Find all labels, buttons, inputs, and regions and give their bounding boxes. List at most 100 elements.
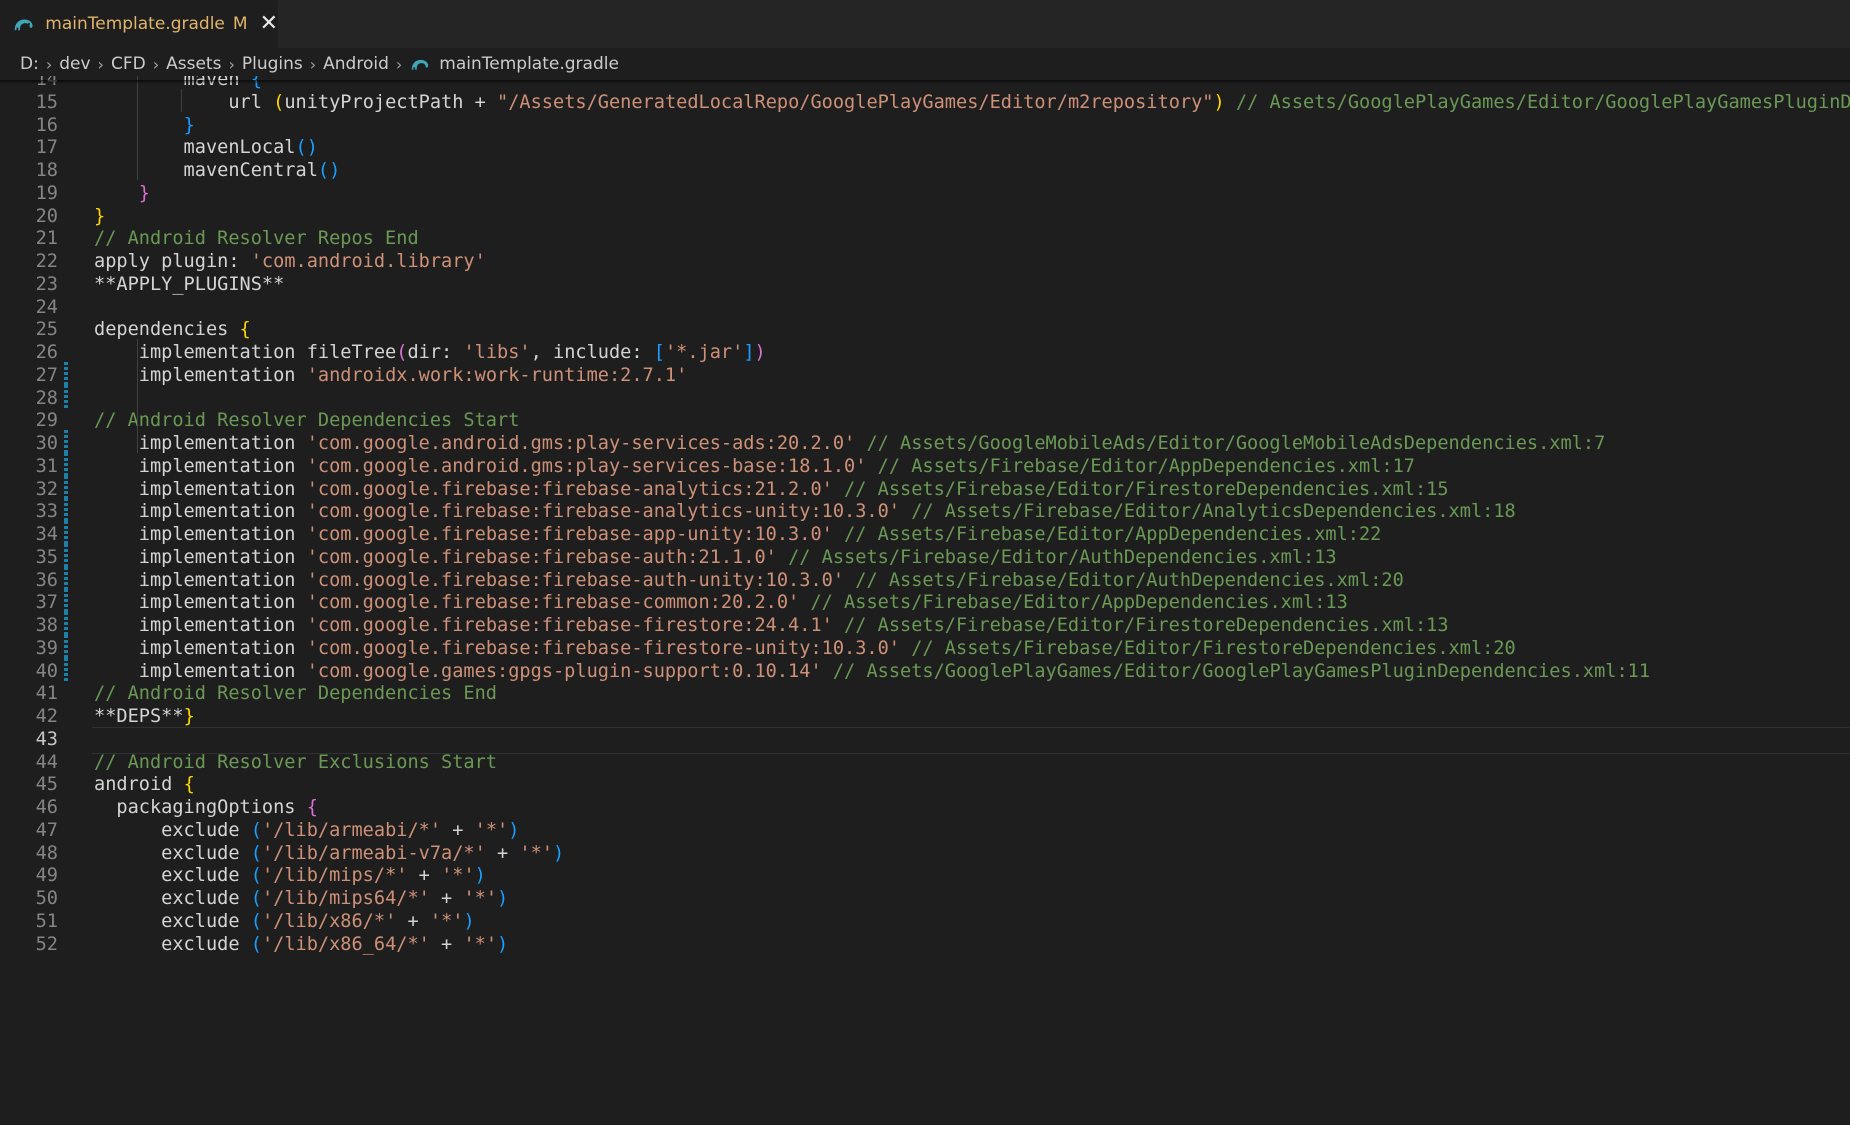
code-token: ) bbox=[474, 865, 486, 887]
code-comment: // Assets/Firebase/Editor/FirestoreDepen… bbox=[844, 478, 1449, 500]
code-comment: // Assets/GooglePlayGames/Editor/GoogleP… bbox=[1235, 91, 1850, 113]
code-token: implementation bbox=[94, 546, 307, 568]
breadcrumb-item-android[interactable]: Android bbox=[323, 54, 389, 74]
code-token: implementation bbox=[94, 569, 307, 591]
code-token: ( bbox=[396, 342, 408, 363]
indent-guide bbox=[137, 339, 138, 453]
code-token: () bbox=[317, 160, 341, 181]
code-token: { bbox=[183, 774, 195, 796]
breadcrumb-item-cfd[interactable]: CFD bbox=[111, 54, 146, 74]
code-token: ( bbox=[250, 865, 262, 887]
line-number: 52 bbox=[35, 933, 58, 955]
close-icon[interactable]: ✕ bbox=[260, 13, 278, 35]
code-token: + bbox=[429, 888, 464, 909]
code-editor[interactable]: 14 maven {15 url (unityProjectPath + "/A… bbox=[0, 76, 1850, 1125]
code-token: { bbox=[306, 797, 318, 818]
code-token: dir: bbox=[407, 342, 464, 363]
code-token: mavenLocal bbox=[94, 137, 296, 159]
breadcrumb-item-drive[interactable]: D: bbox=[20, 54, 39, 74]
code-string: 'libs' bbox=[463, 342, 531, 363]
code-token: dependencies bbox=[94, 319, 240, 341]
code-token: implementation bbox=[94, 478, 307, 500]
code-comment: // Assets/Firebase/Editor/FirestoreDepen… bbox=[844, 615, 1449, 636]
code-text: exclude ('/lib/x86_64/*' + '*') bbox=[94, 931, 508, 958]
breadcrumb-item-dev[interactable]: dev bbox=[59, 54, 90, 74]
code-string: 'com.google.android.gms:play-services-ba… bbox=[306, 455, 867, 477]
gradle-elephant-icon bbox=[14, 19, 33, 31]
code-string: 'com.google.firebase:firebase-analytics:… bbox=[306, 478, 833, 500]
code-string: 'com.google.firebase:firebase-auth:21.1.… bbox=[306, 546, 777, 568]
code-token: exclude bbox=[94, 842, 251, 864]
chevron-right-icon: › bbox=[152, 54, 160, 74]
tab-maintemplate-gradle[interactable]: mainTemplate.gradle M ✕ bbox=[0, 0, 278, 48]
code-token: { bbox=[239, 319, 251, 341]
code-token: ) bbox=[463, 910, 475, 932]
code-token: exclude bbox=[94, 910, 251, 932]
code-string: '/lib/x86/*' bbox=[261, 910, 397, 932]
code-token: exclude bbox=[94, 819, 251, 841]
code-token: () bbox=[295, 137, 318, 159]
code-token: } bbox=[183, 114, 195, 136]
code-token: + bbox=[407, 865, 442, 887]
code-string: '/lib/mips/*' bbox=[261, 865, 408, 887]
code-token: **DEPS** bbox=[94, 706, 184, 727]
code-token: , include: bbox=[530, 342, 654, 363]
code-comment: // Android Resolver Dependencies End bbox=[94, 683, 497, 705]
code-token: exclude bbox=[94, 865, 251, 887]
code-token: implementation bbox=[94, 364, 307, 386]
code-token: implementation bbox=[94, 660, 307, 682]
code-token: apply plugin: bbox=[94, 251, 251, 272]
code-string: 'com.google.firebase:firebase-firestore-… bbox=[306, 637, 901, 659]
code-token: android bbox=[94, 774, 184, 796]
code-token: url bbox=[94, 91, 274, 113]
code-token: implementation bbox=[94, 592, 307, 614]
code-token: implementation bbox=[94, 433, 307, 454]
indent-guide bbox=[181, 88, 182, 112]
code-string: '*' bbox=[474, 819, 509, 841]
chevron-right-icon: › bbox=[97, 54, 104, 74]
breadcrumb-item-file[interactable]: mainTemplate.gradle bbox=[439, 54, 619, 74]
code-comment: // Assets/Firebase/Editor/AnalyticsDepen… bbox=[911, 501, 1516, 523]
code-string: '/lib/armeabi-v7a/*' bbox=[261, 842, 486, 864]
code-token: implementation bbox=[94, 455, 307, 477]
code-string: '*.jar' bbox=[664, 342, 744, 363]
code-token: ) bbox=[497, 933, 509, 955]
breadcrumb-shadow bbox=[0, 80, 1850, 84]
breadcrumb-item-assets[interactable]: Assets bbox=[166, 54, 221, 74]
code-comment: // Android Resolver Dependencies Start bbox=[94, 410, 520, 432]
code-token: ( bbox=[250, 888, 262, 909]
code-token: ( bbox=[250, 910, 262, 932]
code-comment: // Assets/Firebase/Editor/AppDependencie… bbox=[844, 524, 1382, 545]
code-token: ] bbox=[743, 342, 755, 363]
code-token: implementation bbox=[94, 524, 307, 545]
code-string: 'com.google.games:gpgs-plugin-support:0.… bbox=[306, 660, 822, 682]
code-string: 'com.google.firebase:firebase-auth-unity… bbox=[306, 569, 845, 591]
code-token: ) bbox=[497, 888, 509, 909]
breadcrumb-item-plugins[interactable]: Plugins bbox=[242, 54, 303, 74]
code-string: '*' bbox=[519, 842, 554, 864]
code-line[interactable]: 52 exclude ('/lib/x86_64/*' + '*') bbox=[0, 931, 1850, 958]
code-string: '/lib/armeabi/*' bbox=[261, 819, 442, 841]
code-string: 'com.google.firebase:firebase-analytics-… bbox=[306, 501, 901, 523]
code-token: implementation fileTree bbox=[94, 342, 397, 363]
code-token: + bbox=[441, 819, 475, 841]
code-comment: // Assets/Firebase/Editor/AuthDependenci… bbox=[855, 569, 1404, 591]
code-token: ( bbox=[250, 842, 262, 864]
modified-badge: M bbox=[232, 14, 248, 34]
code-token: + bbox=[396, 910, 430, 932]
code-token: implementation bbox=[94, 637, 307, 659]
code-comment: // Assets/Firebase/Editor/FirestoreDepen… bbox=[911, 637, 1516, 659]
code-token: unityProjectPath + bbox=[284, 91, 498, 113]
code-token: ( bbox=[250, 933, 262, 955]
chevron-right-icon: › bbox=[228, 54, 235, 74]
